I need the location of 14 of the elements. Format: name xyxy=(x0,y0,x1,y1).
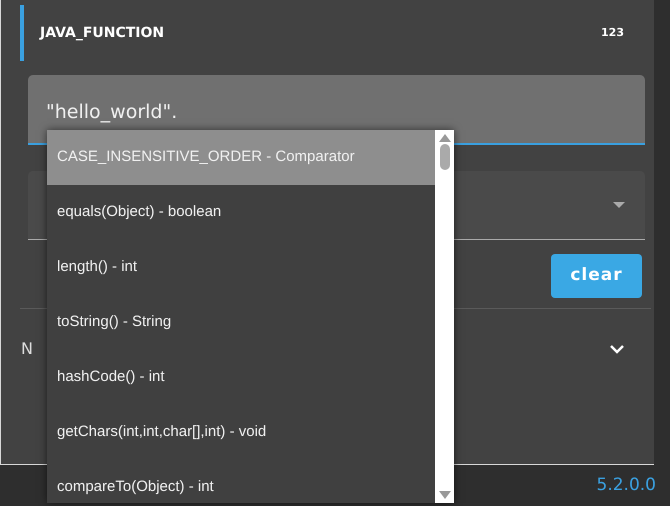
caret-icon xyxy=(613,202,625,208)
scroll-thumb[interactable] xyxy=(440,144,450,170)
scroll-down-icon[interactable] xyxy=(438,491,450,499)
section-label: N xyxy=(21,338,33,360)
scroll-up-icon[interactable] xyxy=(438,134,450,142)
suggestion-item[interactable]: compareTo(Object) - int xyxy=(47,460,435,506)
function-title: JAVA_FUNCTION xyxy=(40,24,164,42)
suggestion-item[interactable]: toString() - String xyxy=(47,295,435,350)
suggestion-item[interactable]: getChars(int,int,char[],int) - void xyxy=(47,405,435,460)
scrollbar[interactable] xyxy=(435,130,454,503)
count-label: 123 xyxy=(601,24,624,41)
version-label: 5.2.0.0 xyxy=(596,474,656,497)
suggestion-item[interactable]: length() - int xyxy=(47,240,435,295)
suggestion-item[interactable]: hashCode() - int xyxy=(47,350,435,405)
